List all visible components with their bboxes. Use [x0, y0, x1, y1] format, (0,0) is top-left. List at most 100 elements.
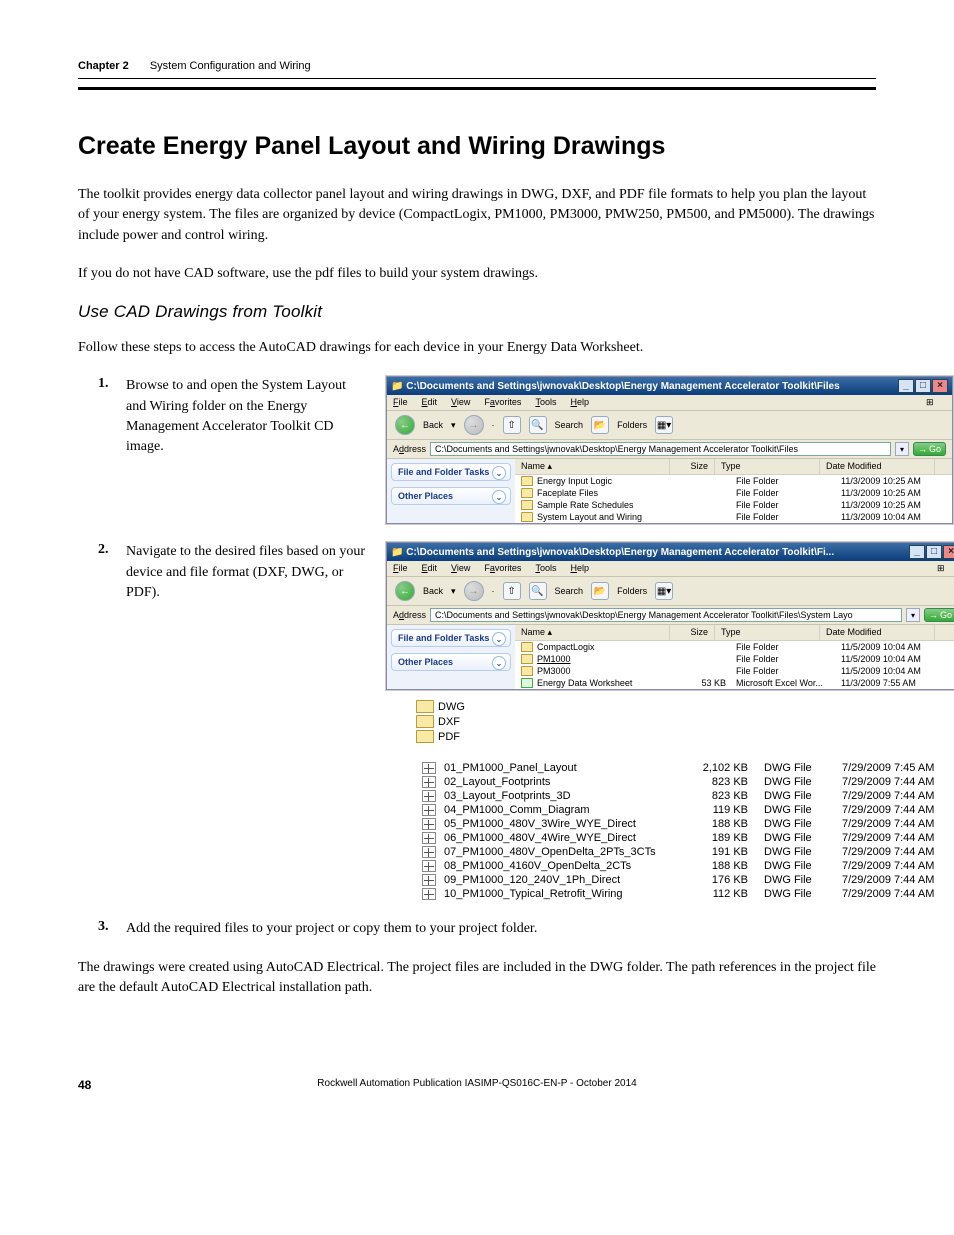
up-button[interactable]: ⇧: [503, 582, 521, 600]
dwg-file-row[interactable]: 02_Layout_Footprints823 KBDWG File7/29/2…: [422, 775, 954, 789]
back-dropdown[interactable]: ▾: [451, 420, 456, 431]
file-row[interactable]: Faceplate FilesFile Folder11/3/2009 10:2…: [515, 487, 952, 499]
address-label: Address: [393, 610, 426, 620]
views-button[interactable]: ▦▾: [655, 416, 673, 434]
menu-view[interactable]: View: [451, 563, 470, 574]
subfolder-item[interactable]: DXF: [416, 715, 486, 728]
menu-help[interactable]: Help: [570, 397, 589, 408]
menu-favorites[interactable]: Favorites: [484, 563, 521, 574]
file-row[interactable]: Energy Input LogicFile Folder11/3/2009 1…: [515, 475, 952, 487]
dwg-file-row[interactable]: 10_PM1000_Typical_Retrofit_Wiring112 KBD…: [422, 887, 954, 901]
file-name: 09_PM1000_120_240V_1Ph_Direct: [444, 874, 674, 886]
folders-icon[interactable]: 📂: [591, 582, 609, 600]
address-dropdown[interactable]: ▾: [895, 442, 909, 456]
close-button[interactable]: ×: [943, 545, 954, 559]
forward-button[interactable]: →: [464, 581, 484, 601]
folder-icon: [521, 488, 533, 498]
menu-tools[interactable]: Tools: [535, 563, 556, 574]
menu-view[interactable]: View: [451, 397, 470, 408]
file-date: 7/29/2009 7:44 AM: [834, 888, 954, 900]
menu-file[interactable]: File: [393, 397, 408, 408]
file-date: 11/3/2009 7:55 AM: [837, 678, 952, 688]
minimize-button[interactable]: _: [909, 545, 925, 559]
address-field[interactable]: C:\Documents and Settings\jwnovak\Deskto…: [430, 442, 891, 456]
dwg-icon: [422, 874, 436, 886]
page-number: 48: [78, 1078, 91, 1092]
back-button[interactable]: ←: [395, 415, 415, 435]
file-type: DWG File: [756, 860, 826, 872]
file-row[interactable]: System Layout and WiringFile Folder11/3/…: [515, 511, 952, 523]
column-headers[interactable]: Name ▴ Size Type Date Modified: [515, 625, 954, 641]
folder-icon: [521, 666, 533, 676]
page-footer: 48 Rockwell Automation Publication IASIM…: [78, 1078, 876, 1092]
other-places[interactable]: Other Places ⌄: [391, 487, 511, 505]
dwg-icon: [422, 804, 436, 816]
col-name[interactable]: Name ▴: [515, 625, 670, 640]
file-date: 7/29/2009 7:44 AM: [834, 846, 954, 858]
col-date[interactable]: Date Modified: [820, 459, 935, 474]
col-name[interactable]: Name ▴: [515, 459, 670, 474]
dwg-file-row[interactable]: 07_PM1000_480V_OpenDelta_2PTs_3CTs191 KB…: [422, 845, 954, 859]
col-type[interactable]: Type: [715, 625, 820, 640]
col-size[interactable]: Size: [670, 625, 715, 640]
maximize-button[interactable]: □: [915, 379, 931, 393]
column-headers[interactable]: Name ▴ Size Type Date Modified: [515, 459, 952, 475]
file-size: 176 KB: [682, 874, 748, 886]
file-type: File Folder: [732, 666, 837, 676]
address-field[interactable]: C:\Documents and Settings\jwnovak\Deskto…: [430, 608, 902, 622]
titlebar: 📁 C:\Documents and Settings\jwnovak\Desk…: [387, 543, 954, 561]
up-button[interactable]: ⇧: [503, 416, 521, 434]
menu-help[interactable]: Help: [570, 563, 589, 574]
file-size: 119 KB: [682, 804, 748, 816]
folders-icon[interactable]: 📂: [591, 416, 609, 434]
file-folder-tasks[interactable]: File and Folder Tasks ⌄: [391, 463, 511, 481]
col-date[interactable]: Date Modified: [820, 625, 935, 640]
dwg-file-row[interactable]: 03_Layout_Footprints_3D823 KBDWG File7/2…: [422, 789, 954, 803]
col-type[interactable]: Type: [715, 459, 820, 474]
file-row[interactable]: CompactLogixFile Folder11/5/2009 10:04 A…: [515, 641, 954, 653]
menu-tools[interactable]: Tools: [535, 397, 556, 408]
go-button[interactable]: → Go: [924, 608, 954, 622]
subfolder-item[interactable]: PDF: [416, 730, 486, 743]
address-dropdown[interactable]: ▾: [906, 608, 920, 622]
file-row[interactable]: Sample Rate SchedulesFile Folder11/3/200…: [515, 499, 952, 511]
file-type: DWG File: [756, 790, 826, 802]
menu-edit[interactable]: Edit: [422, 397, 438, 408]
subfolder-list: DWG DXF PDF: [416, 700, 486, 743]
file-name: Sample Rate Schedules: [537, 500, 687, 510]
folder-icon: 📁: [391, 381, 403, 392]
col-size[interactable]: Size: [670, 459, 715, 474]
subfolder-item[interactable]: DWG: [416, 700, 486, 713]
menu-edit[interactable]: Edit: [422, 563, 438, 574]
search-icon[interactable]: 🔍: [529, 582, 547, 600]
dwg-file-row[interactable]: 05_PM1000_480V_3Wire_WYE_Direct188 KBDWG…: [422, 817, 954, 831]
dwg-file-row[interactable]: 06_PM1000_480V_4Wire_WYE_Direct189 KBDWG…: [422, 831, 954, 845]
dwg-file-row[interactable]: 01_PM1000_Panel_Layout2,102 KBDWG File7/…: [422, 761, 954, 775]
other-places[interactable]: Other Places ⌄: [391, 653, 511, 671]
minimize-button[interactable]: _: [898, 379, 914, 393]
file-row[interactable]: Energy Data Worksheet53 KBMicrosoft Exce…: [515, 677, 954, 689]
maximize-button[interactable]: □: [926, 545, 942, 559]
file-size: 188 KB: [682, 818, 748, 830]
close-button[interactable]: ×: [932, 379, 948, 393]
file-size: 112 KB: [682, 888, 748, 900]
dwg-file-row[interactable]: 08_PM1000_4160V_OpenDelta_2CTs188 KBDWG …: [422, 859, 954, 873]
views-button[interactable]: ▦▾: [655, 582, 673, 600]
file-type: File Folder: [732, 654, 837, 664]
file-type: File Folder: [732, 500, 837, 510]
file-folder-tasks[interactable]: File and Folder Tasks ⌄: [391, 629, 511, 647]
file-row[interactable]: PM1000File Folder11/5/2009 10:04 AM: [515, 653, 954, 665]
file-size: [687, 512, 732, 522]
back-dropdown[interactable]: ▾: [451, 586, 456, 597]
forward-button[interactable]: →: [464, 415, 484, 435]
menu-file[interactable]: File: [393, 563, 408, 574]
dwg-file-row[interactable]: 09_PM1000_120_240V_1Ph_Direct176 KBDWG F…: [422, 873, 954, 887]
file-row[interactable]: PM3000File Folder11/5/2009 10:04 AM: [515, 665, 954, 677]
back-button[interactable]: ←: [395, 581, 415, 601]
back-label: Back: [423, 420, 443, 430]
windows-flag-icon: ⊞: [937, 563, 954, 574]
menu-favorites[interactable]: Favorites: [484, 397, 521, 408]
go-button[interactable]: → Go: [913, 442, 946, 456]
dwg-file-row[interactable]: 04_PM1000_Comm_Diagram119 KBDWG File7/29…: [422, 803, 954, 817]
search-icon[interactable]: 🔍: [529, 416, 547, 434]
